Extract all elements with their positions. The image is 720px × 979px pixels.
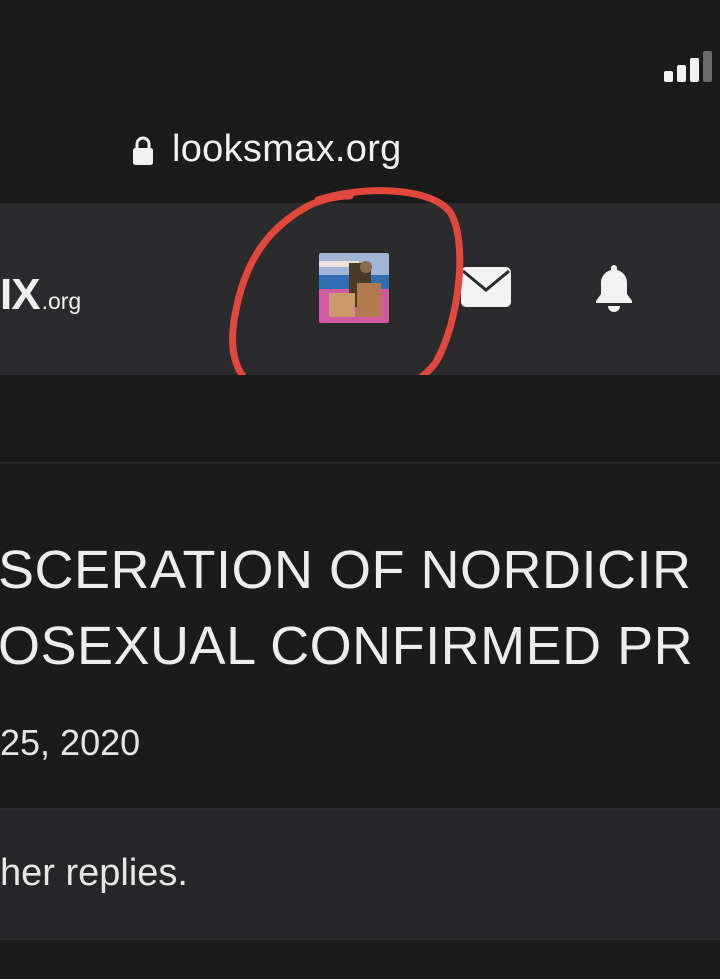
thread-title-line-2: OSEXUAL CONFIRMED PR bbox=[0, 616, 694, 676]
thread-title-line-1: SCERATION OF NORDICIR bbox=[0, 540, 692, 600]
logo-main-text: IX bbox=[0, 270, 41, 319]
lock-icon bbox=[133, 136, 153, 165]
replies-notice-text: her replies. bbox=[0, 852, 188, 894]
section-divider bbox=[0, 462, 720, 464]
envelope-icon[interactable] bbox=[460, 266, 512, 308]
section-divider bbox=[0, 938, 720, 940]
content-gap bbox=[0, 375, 720, 465]
thread-title: SCERATION OF NORDICIR OSEXUAL CONFIRMED … bbox=[0, 532, 720, 684]
thread-start-date: 25, 2020 bbox=[0, 722, 141, 763]
url-text[interactable]: looksmax.org bbox=[172, 128, 402, 171]
cellular-signal-icon bbox=[662, 48, 720, 82]
status-bar bbox=[0, 0, 720, 100]
user-avatar[interactable] bbox=[319, 253, 389, 323]
logo-suffix-text: .org bbox=[41, 288, 82, 314]
bell-icon[interactable] bbox=[590, 262, 638, 314]
site-logo[interactable]: IX.org bbox=[0, 270, 81, 320]
